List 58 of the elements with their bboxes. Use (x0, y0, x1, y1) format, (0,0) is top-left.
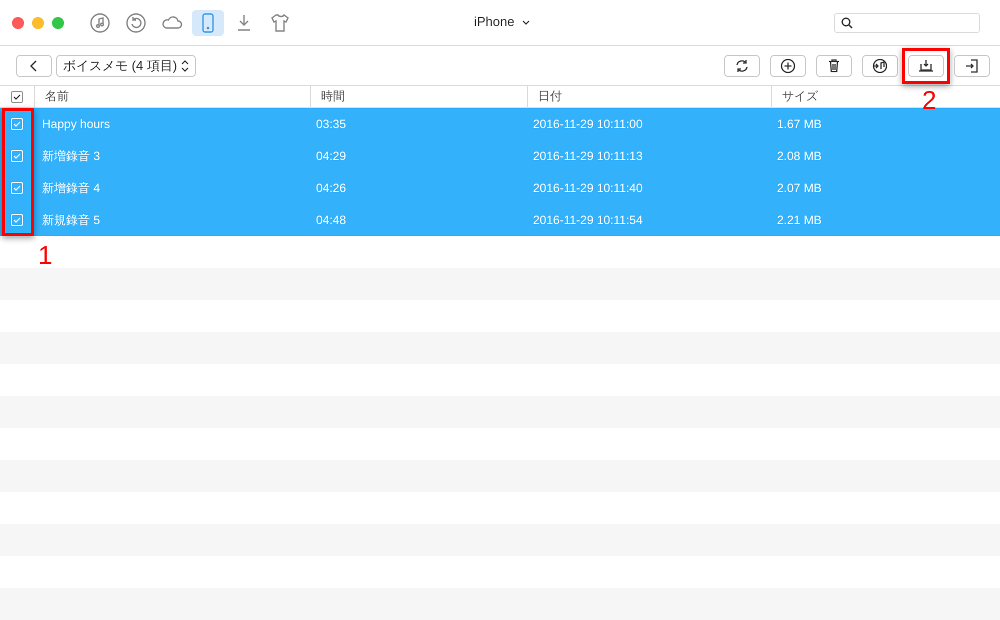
row-checkbox[interactable] (11, 182, 23, 194)
export-icon (918, 58, 934, 74)
table-cell: 2016-11-29 10:11:00 (533, 117, 643, 131)
back-button[interactable] (16, 54, 52, 76)
column-header[interactable]: サイズ (782, 88, 818, 105)
table-cell: 新增錄音 4 (42, 180, 100, 194)
trash-icon (826, 58, 842, 74)
table-cell: 2016-11-29 10:11:40 (533, 181, 643, 195)
add-button[interactable] (770, 54, 806, 76)
table-cell: 03:35 (316, 117, 346, 131)
step-number: 1 (38, 242, 52, 268)
music-import-icon (872, 58, 888, 74)
highlight-frame (902, 48, 950, 84)
table-cell: 2016-11-29 10:11:54 (533, 213, 643, 227)
check-icon (12, 215, 22, 225)
export-button[interactable] (908, 54, 944, 76)
column-header[interactable]: 日付 (538, 88, 562, 105)
check-icon (12, 183, 22, 193)
search-field[interactable] (834, 12, 980, 32)
column-header[interactable]: 名前 (45, 88, 69, 105)
table-cell: 2.21 MB (777, 213, 822, 227)
category-selector[interactable]: ボイスメモ (4 項目) (56, 54, 196, 76)
phone-tab[interactable] (192, 10, 224, 36)
chevron-left-icon (29, 60, 39, 72)
row-checkbox[interactable] (11, 118, 23, 130)
to-device-button[interactable] (954, 54, 990, 76)
up-down-arrows-icon (181, 60, 190, 72)
refresh-icon (734, 58, 750, 74)
restore-icon (125, 12, 147, 34)
check-icon (12, 151, 22, 161)
import-icon (964, 58, 980, 74)
table-cell: 04:29 (316, 149, 346, 163)
row-checkbox[interactable] (11, 150, 23, 162)
table-cell: 04:48 (316, 213, 346, 227)
plus-icon (780, 58, 796, 74)
to-itunes-button[interactable] (862, 54, 898, 76)
table-cell: 2.07 MB (777, 181, 822, 195)
table-cell: 04:26 (316, 181, 346, 195)
check-icon (12, 92, 22, 102)
search-icon (841, 16, 853, 28)
close-button[interactable] (12, 16, 24, 28)
table-cell: Happy hours (42, 117, 110, 131)
music-note-icon (89, 12, 111, 34)
row-checkbox[interactable] (11, 214, 23, 226)
table-cell: 新規錄音 5 (42, 212, 100, 226)
device-selector[interactable]: iPhone (474, 14, 514, 29)
column-header[interactable]: 時間 (321, 88, 345, 105)
shirt-icon (269, 12, 291, 34)
table-cell: 2.08 MB (777, 149, 822, 163)
select-all-checkbox[interactable] (11, 90, 23, 102)
zoom-button[interactable] (52, 16, 64, 28)
chevron-down-icon[interactable] (522, 20, 530, 26)
table-cell: 1.67 MB (777, 117, 822, 131)
table-cell: 新増錄音 3 (42, 148, 100, 162)
refresh-button[interactable] (724, 54, 760, 76)
check-icon (12, 119, 22, 129)
delete-button[interactable] (816, 54, 852, 76)
table-cell: 2016-11-29 10:11:13 (533, 149, 643, 163)
